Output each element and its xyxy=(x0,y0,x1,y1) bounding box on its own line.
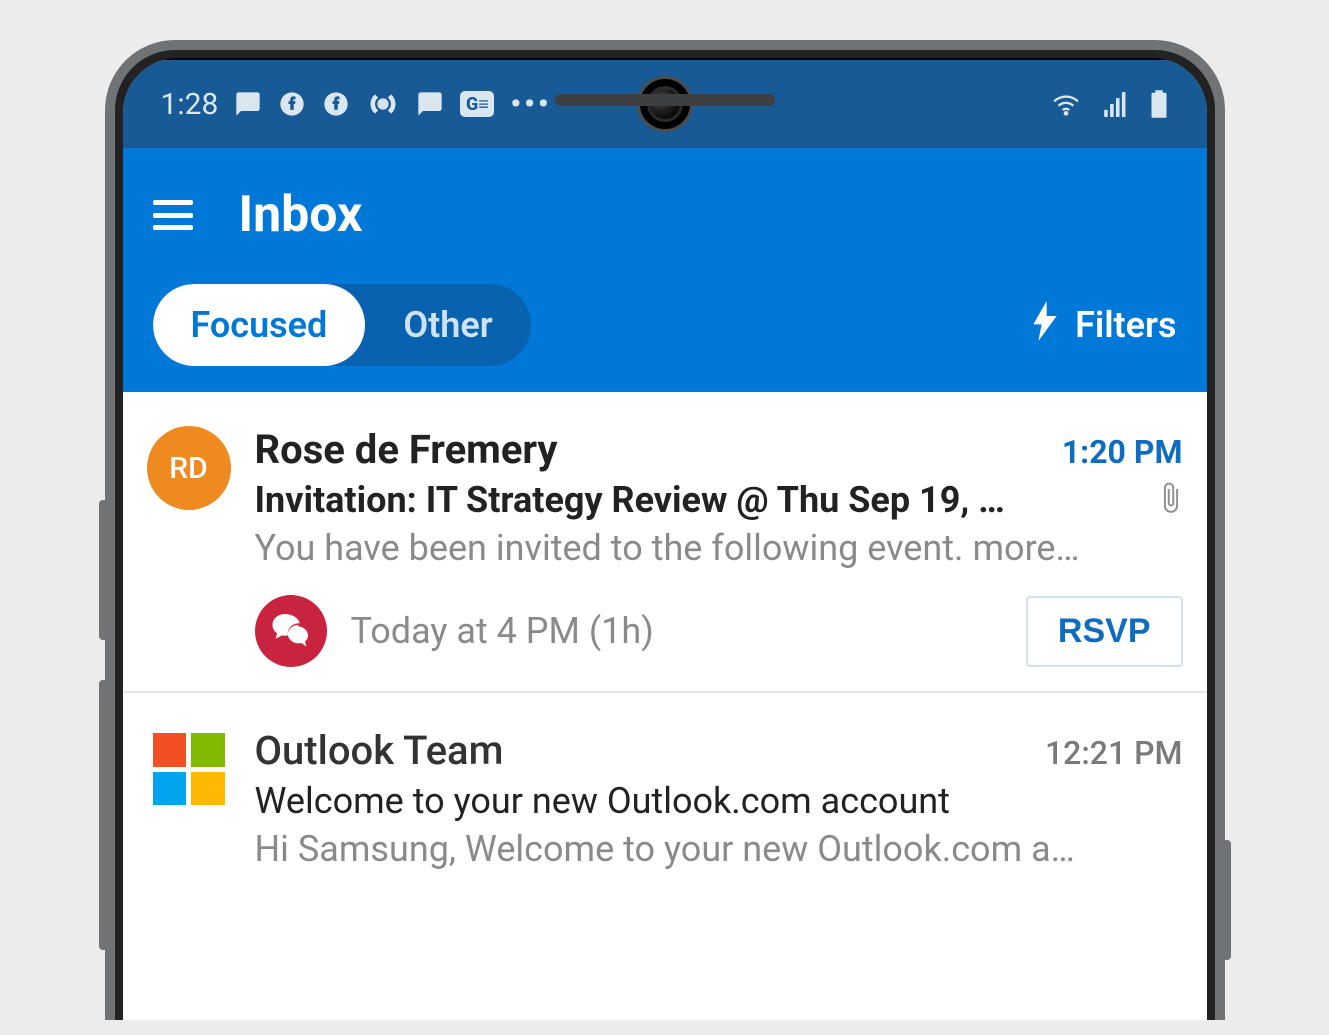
avatar: RD xyxy=(147,426,231,510)
tab-other[interactable]: Other xyxy=(365,284,530,366)
message-time: 1:20 PM xyxy=(1062,433,1183,471)
message-subject: Invitation: IT Strategy Review @ Thu Sep… xyxy=(255,479,1141,521)
volume-button xyxy=(99,680,107,950)
messages-notification-icon xyxy=(416,89,444,119)
battery-icon xyxy=(1149,89,1169,119)
phone-screen: 1:28 G≡ ••• xyxy=(123,60,1207,1020)
message-sender: Outlook Team xyxy=(255,727,504,774)
message-time: 12:21 PM xyxy=(1045,734,1183,772)
message-preview: You have been invited to the following e… xyxy=(255,527,1183,569)
page-title: Inbox xyxy=(239,186,363,244)
rsvp-button[interactable]: RSVP xyxy=(1026,596,1183,667)
facebook-notification-icon xyxy=(278,89,306,119)
app-header: Inbox Focused Other Filters xyxy=(123,148,1207,392)
menu-button[interactable] xyxy=(153,200,193,230)
message-item[interactable]: Outlook Team 12:21 PM Welcome to your ne… xyxy=(123,693,1207,894)
bolt-icon xyxy=(1031,301,1059,350)
message-item[interactable]: RD Rose de Fremery 1:20 PM Invitation: I… xyxy=(123,392,1207,693)
chat-notification-icon xyxy=(234,89,262,119)
power-button xyxy=(1223,840,1231,960)
message-subject: Welcome to your new Outlook.com account xyxy=(255,780,1183,822)
event-chat-icon xyxy=(255,595,327,667)
wifi-icon xyxy=(1049,89,1083,119)
volume-button xyxy=(99,500,107,640)
facebook-notification-icon xyxy=(322,89,350,119)
status-clock: 1:28 xyxy=(161,87,219,122)
calendar-event-row: Today at 4 PM (1h) RSVP xyxy=(255,595,1183,667)
filters-label: Filters xyxy=(1075,304,1176,346)
message-list: RD Rose de Fremery 1:20 PM Invitation: I… xyxy=(123,392,1207,894)
hotspot-icon xyxy=(366,89,400,119)
focused-other-toggle: Focused Other xyxy=(153,284,531,366)
message-preview: Hi Samsung, Welcome to your new Outlook.… xyxy=(255,828,1183,870)
message-sender: Rose de Fremery xyxy=(255,426,558,473)
avatar-microsoft-logo xyxy=(147,727,231,811)
attachment-icon xyxy=(1159,480,1183,520)
filters-button[interactable]: Filters xyxy=(1031,301,1176,350)
phone-frame: 1:28 G≡ ••• xyxy=(105,40,1225,1020)
speaker-notch xyxy=(555,94,775,106)
news-notification-icon: G≡ xyxy=(460,91,494,117)
cell-signal-icon xyxy=(1101,89,1131,119)
event-time: Today at 4 PM (1h) xyxy=(351,610,654,652)
tab-focused[interactable]: Focused xyxy=(153,284,366,366)
more-notifications-icon: ••• xyxy=(510,87,551,122)
